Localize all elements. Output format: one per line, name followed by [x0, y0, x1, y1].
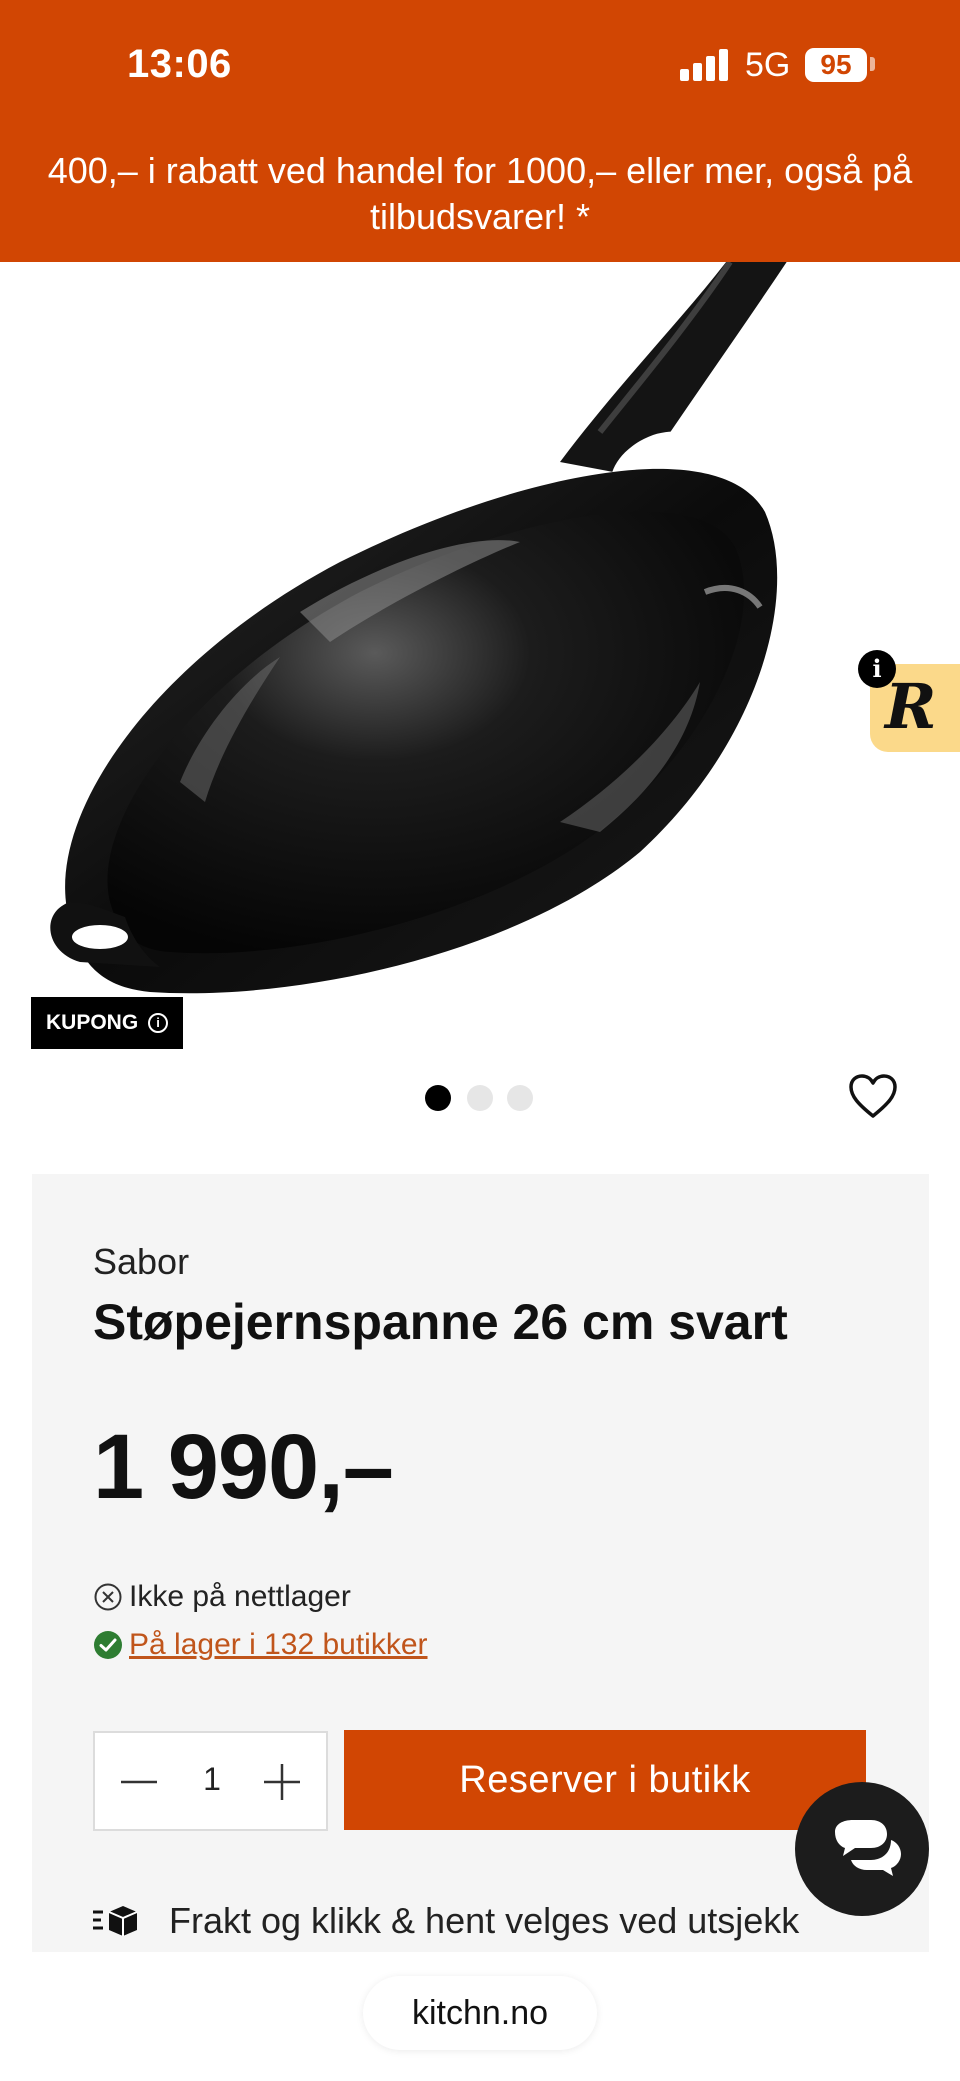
shipping-info: Frakt og klikk & hent velges ved utsjekk	[93, 1900, 799, 1942]
product-image[interactable]	[0, 262, 960, 1062]
quantity-stepper: 1	[93, 1731, 328, 1831]
shipping-text: Frakt og klikk & hent velges ved utsjekk	[169, 1900, 800, 1941]
chat-button[interactable]	[795, 1782, 929, 1916]
battery-icon: 95	[805, 48, 867, 82]
check-circle-icon	[94, 1631, 122, 1659]
online-stock-text: Ikke på nettlager	[129, 1580, 351, 1613]
rewards-logo-icon[interactable]: R	[885, 670, 937, 743]
promo-banner[interactable]: 400,– i rabatt ved handel for 1000,– ell…	[30, 148, 930, 240]
product-price: 1 990,–	[93, 1416, 394, 1518]
plus-icon[interactable]	[258, 1758, 306, 1806]
gallery-dot-2[interactable]	[467, 1085, 493, 1111]
gallery-dot-3[interactable]	[507, 1085, 533, 1111]
online-stock-status: Ikke på nettlager	[93, 1579, 351, 1615]
battery-tip	[870, 57, 875, 71]
unavailable-icon	[94, 1583, 122, 1611]
signal-icon	[680, 49, 730, 81]
reserve-in-store-button[interactable]: Reserver i butikk	[344, 1730, 866, 1830]
frying-pan-image	[50, 262, 787, 994]
store-stock-link[interactable]: På lager i 132 butikker	[129, 1628, 428, 1662]
shipping-box-icon	[93, 1906, 138, 1936]
network-type: 5G	[745, 46, 791, 84]
coupon-badge[interactable]: KUPONG i	[31, 997, 183, 1049]
quantity-value[interactable]: 1	[195, 1761, 229, 1798]
info-icon[interactable]: i	[148, 1013, 169, 1034]
product-title: Støpejernspanne 26 cm svart	[93, 1294, 788, 1350]
rewards-info-icon[interactable]: i	[858, 650, 896, 688]
product-brand[interactable]: Sabor	[93, 1241, 189, 1283]
browser-address-bar[interactable]: kitchn.no	[363, 1976, 597, 2050]
status-time: 13:06	[127, 42, 232, 86]
coupon-label: KUPONG	[46, 1011, 139, 1034]
gallery-dot-1[interactable]	[425, 1085, 451, 1111]
heart-icon[interactable]	[848, 1072, 898, 1122]
store-stock-status: På lager i 132 butikker	[93, 1627, 428, 1663]
chat-icon	[835, 1820, 901, 1876]
minus-icon[interactable]	[115, 1758, 163, 1806]
